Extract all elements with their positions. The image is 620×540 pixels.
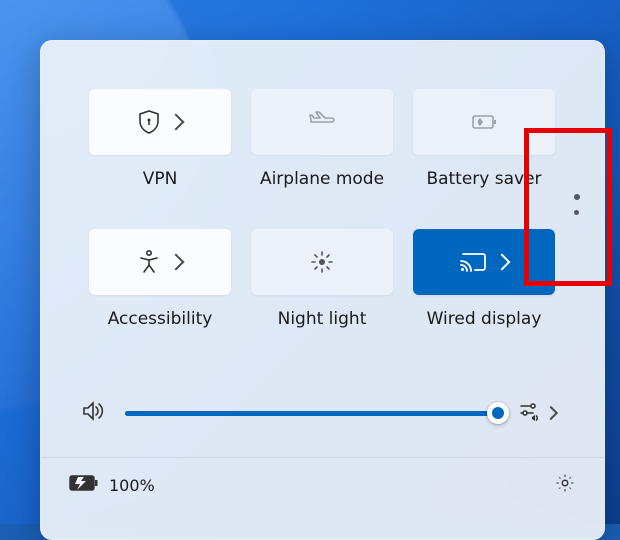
quick-settings-tiles: VPN Airplane mode: [41, 41, 604, 369]
tile-airplane-mode: Airplane mode: [251, 89, 393, 189]
airplane-icon: [309, 111, 335, 133]
accessibility-icon: [138, 250, 160, 274]
speaker-icon[interactable]: [81, 399, 105, 427]
settings-button[interactable]: [554, 472, 576, 498]
vpn-label: VPN: [143, 169, 178, 189]
tile-battery-saver: Battery saver: [413, 89, 555, 189]
shield-vpn-icon: [138, 110, 160, 134]
accessibility-label: Accessibility: [108, 309, 213, 329]
tile-vpn: VPN: [89, 89, 231, 189]
volume-slider[interactable]: [125, 411, 498, 416]
volume-slider-fill: [125, 411, 498, 416]
vpn-button[interactable]: [89, 89, 231, 155]
chevron-right-icon: [544, 406, 558, 420]
chevron-right-icon: [494, 254, 511, 271]
quick-settings-footer: 100%: [41, 457, 604, 512]
sound-output-button[interactable]: [518, 400, 556, 426]
night-light-icon: [310, 250, 334, 274]
volume-row: [41, 369, 604, 457]
volume-slider-thumb[interactable]: [487, 402, 509, 424]
battery-charging-icon: [69, 474, 99, 496]
battery-status[interactable]: 100%: [69, 474, 155, 496]
battery-saver-button[interactable]: [413, 89, 555, 155]
cast-icon: [460, 251, 486, 273]
battery-percent-text: 100%: [109, 476, 155, 495]
wired-display-button[interactable]: [413, 229, 555, 295]
wired-display-label: Wired display: [427, 309, 542, 329]
quick-settings-panel: VPN Airplane mode: [40, 40, 605, 540]
sound-output-icon: [518, 400, 540, 426]
accessibility-button[interactable]: [89, 229, 231, 295]
tile-night-light: Night light: [251, 229, 393, 329]
tile-accessibility: Accessibility: [89, 229, 231, 329]
overflow-dots: [574, 194, 580, 215]
night-light-button[interactable]: [251, 229, 393, 295]
chevron-right-icon: [168, 114, 185, 131]
chevron-right-icon: [168, 254, 185, 271]
airplane-mode-label: Airplane mode: [260, 169, 384, 189]
battery-saver-label: Battery saver: [426, 169, 541, 189]
airplane-mode-button[interactable]: [251, 89, 393, 155]
tile-wired-display: Wired display: [413, 229, 555, 329]
night-light-label: Night light: [278, 309, 367, 329]
battery-saver-icon: [470, 112, 498, 132]
